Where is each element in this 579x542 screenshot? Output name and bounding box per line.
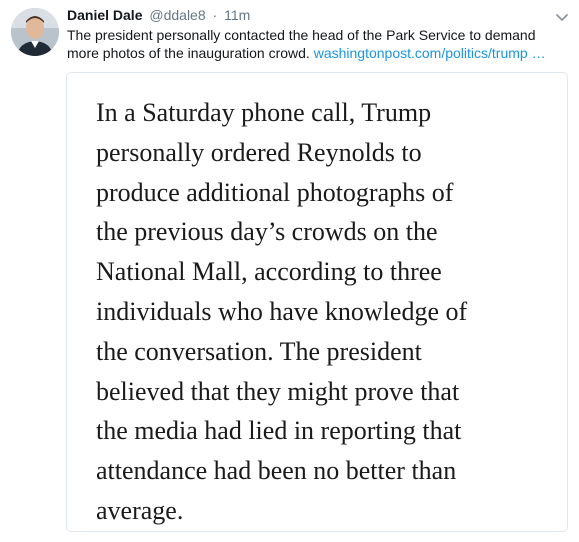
tweet-text: The president personally contacted the h… [67, 26, 567, 62]
quote-line: In a Saturday phone call, Trump [96, 98, 432, 127]
tweet-timestamp[interactable]: 11m [224, 7, 250, 23]
quote-line: personally ordered Reynolds to [96, 137, 422, 167]
quote-card[interactable]: In a Saturday phone call, Trump personal… [66, 72, 568, 532]
quote-line: individuals who have knowledge of [96, 296, 468, 326]
quote-line: the conversation. The president [96, 336, 422, 366]
article-link[interactable]: washingtonpost.com/politics/trump … [314, 45, 546, 61]
author-name[interactable]: Daniel Dale [67, 7, 142, 23]
quote-text: In a Saturday phone call, Trump personal… [96, 93, 556, 531]
avatar[interactable] [11, 8, 59, 56]
quote-line: attendance had been no better than [96, 456, 457, 486]
quote-line: National Mall, according to three [96, 257, 442, 287]
quote-line: believed that they might prove that [96, 376, 460, 406]
tweet: Daniel Dale @ddale8 · 11m The president … [0, 0, 579, 542]
separator-dot: · [212, 7, 218, 23]
tweet-text-line: The president personally contacted the h… [67, 27, 536, 43]
tweet-header: Daniel Dale @ddale8 · 11m [67, 6, 250, 24]
quote-line: average. [96, 495, 184, 525]
author-handle[interactable]: @ddale8 [149, 7, 205, 23]
avatar-photo-icon [11, 8, 59, 56]
chevron-down-icon[interactable] [555, 10, 569, 21]
tweet-text-line: more photos of the inauguration crowd. w… [67, 44, 567, 62]
quote-line: the previous day’s crowds on the [96, 217, 438, 247]
quote-line: produce additional photographs of [96, 177, 454, 207]
tweet-text-fragment: more photos of the inauguration crowd. [67, 45, 314, 61]
quote-line: the media had lied in reporting that [96, 416, 462, 446]
